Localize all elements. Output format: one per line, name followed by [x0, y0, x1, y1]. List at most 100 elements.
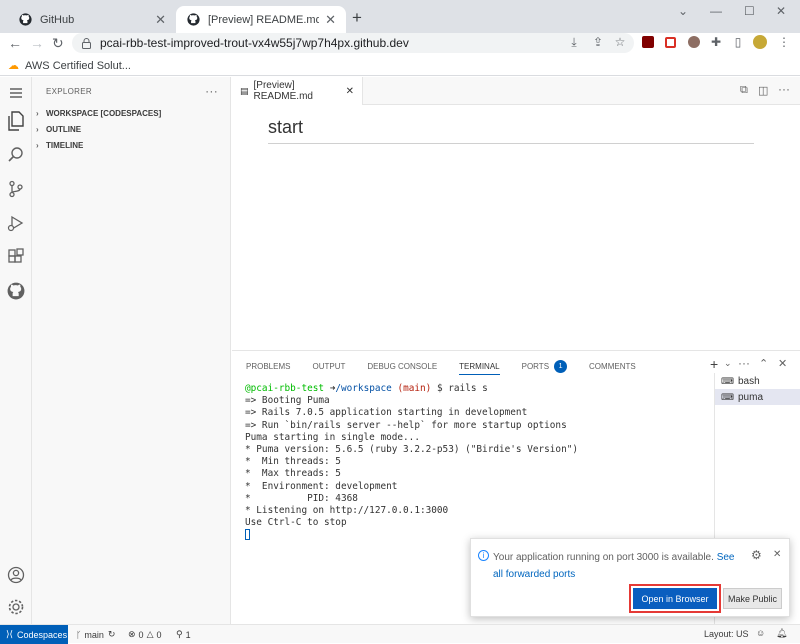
- hamburger-menu-icon[interactable]: [4, 81, 28, 105]
- warning-count: 0: [156, 629, 162, 640]
- branch-indicator[interactable]: ᚴ main ↻: [76, 629, 115, 640]
- new-tab-icon[interactable]: +: [352, 8, 362, 28]
- maximize-panel-icon[interactable]: ⌃: [759, 357, 768, 370]
- ports-icon: ⚲: [176, 629, 183, 639]
- remote-icon: ⟩⟨: [6, 629, 14, 639]
- close-icon[interactable]: ✕: [773, 549, 781, 560]
- error-count: 0: [138, 629, 144, 640]
- maximize-icon[interactable]: ☐: [744, 4, 755, 18]
- new-terminal-icon[interactable]: +: [710, 356, 718, 372]
- section-outline[interactable]: › OUTLINE: [32, 121, 230, 137]
- minimize-icon[interactable]: —: [710, 4, 722, 18]
- browser-tab-title: GitHub: [40, 13, 75, 26]
- tab-comments[interactable]: COMMENTS: [589, 357, 636, 375]
- sync-icon[interactable]: ↻: [108, 629, 116, 640]
- bell-icon[interactable]: 🔔︎: [776, 628, 787, 639]
- close-icon[interactable]: ✕: [325, 12, 336, 28]
- more-actions-icon[interactable]: ···: [738, 356, 750, 370]
- tab-problems[interactable]: PROBLEMS: [246, 357, 290, 375]
- open-source-icon[interactable]: ⧉: [740, 84, 748, 97]
- url-text: pcai-rbb-test-improved-trout-vx4w55j7wp7…: [100, 36, 409, 50]
- terminal-line: => Booting Puma: [245, 395, 330, 407]
- problems-indicator[interactable]: ⊗ 0 △ 0: [128, 629, 162, 640]
- chevron-right-icon: ›: [36, 140, 39, 150]
- puzzle-icon[interactable]: ✚: [708, 34, 724, 50]
- browser-tab-preview[interactable]: [Preview] README.md - workspa ✕: [176, 6, 346, 33]
- section-label: WORKSPACE [CODESPACES]: [46, 108, 162, 118]
- aws-icon: ☁: [8, 60, 19, 72]
- remote-indicator[interactable]: ⟩⟨ Codespaces: [0, 625, 68, 644]
- terminal-line: Puma starting in single mode...: [245, 431, 420, 443]
- terminal-line: => Run `bin/rails server --help` for mor…: [245, 419, 567, 431]
- prompt-branch: (main): [397, 383, 432, 394]
- terminal-item-puma[interactable]: ⌨ puma: [715, 389, 800, 405]
- terminal-line: * Max threads: 5: [245, 468, 341, 480]
- layout-indicator[interactable]: Layout: US: [704, 629, 749, 639]
- share-icon[interactable]: ⇪: [590, 34, 606, 50]
- terminal-cursor: [245, 529, 250, 541]
- bookmark-aws[interactable]: AWS Certified Solut...: [25, 60, 131, 72]
- ublock-icon[interactable]: [640, 34, 656, 50]
- gear-icon[interactable]: [4, 595, 28, 619]
- account-icon[interactable]: [4, 563, 28, 587]
- make-public-button[interactable]: Make Public: [723, 588, 782, 609]
- avatar[interactable]: [752, 34, 768, 50]
- star-icon[interactable]: ☆: [612, 34, 628, 50]
- terminal-line: Use Ctrl-C to stop: [245, 517, 347, 529]
- reload-icon[interactable]: ↻: [52, 35, 64, 52]
- extensions-icon[interactable]: [4, 245, 28, 269]
- editor-tab-label: [Preview] README.md: [253, 80, 313, 102]
- gear-icon[interactable]: ⚙: [751, 548, 762, 562]
- cookie-icon[interactable]: [686, 34, 702, 50]
- address-bar[interactable]: pcai-rbb-test-improved-trout-vx4w55j7wp7…: [72, 33, 634, 53]
- branch-icon: ᚴ: [76, 629, 82, 640]
- window-close-icon[interactable]: ✕: [776, 4, 786, 18]
- split-editor-icon[interactable]: ◫: [758, 84, 768, 97]
- sidepanel-icon[interactable]: ▯: [730, 34, 746, 50]
- terminal-line: => Rails 7.0.5 application starting in d…: [245, 407, 528, 419]
- more-actions-icon[interactable]: ···: [778, 82, 790, 96]
- install-icon[interactable]: ⤓: [566, 34, 582, 50]
- preview-icon: ▤: [240, 85, 249, 96]
- menu-icon[interactable]: ⋮: [776, 34, 792, 50]
- terminal-output[interactable]: @pcai-rbb-test ➜/workspace (main) $ rail…: [245, 383, 578, 542]
- close-icon[interactable]: ✕: [155, 12, 166, 28]
- extension-red-icon[interactable]: [662, 34, 678, 50]
- browser-tab-github[interactable]: GitHub ✕: [8, 6, 176, 33]
- chevron-right-icon: ›: [36, 108, 39, 118]
- heading-rule: [268, 143, 754, 144]
- chevron-down-icon[interactable]: ⌄: [678, 4, 688, 18]
- more-actions-icon[interactable]: ···: [205, 84, 218, 98]
- terminal-icon: ⌨: [721, 375, 734, 386]
- files-icon[interactable]: [4, 109, 28, 133]
- tab-terminal[interactable]: TERMINAL: [459, 357, 501, 375]
- github-icon[interactable]: [4, 279, 28, 303]
- forward-icon[interactable]: →: [30, 35, 44, 51]
- tab-debug-console[interactable]: DEBUG CONSOLE: [367, 357, 437, 375]
- remote-label: Codespaces: [17, 629, 68, 640]
- github-icon: [186, 13, 200, 27]
- feedback-icon[interactable]: ☺: [756, 628, 765, 638]
- tab-output[interactable]: OUTPUT: [312, 357, 345, 375]
- ports-indicator[interactable]: ⚲ 1: [176, 629, 191, 640]
- source-control-icon[interactable]: [4, 177, 28, 201]
- ports-count: 1: [185, 629, 191, 640]
- terminal-item-bash[interactable]: ⌨ bash: [715, 373, 800, 389]
- back-icon[interactable]: ←: [8, 35, 22, 51]
- chevron-down-icon[interactable]: ⌄: [724, 358, 732, 369]
- port-notification: i Your application running on port 3000 …: [470, 538, 790, 617]
- terminal-line: * Listening on http://127.0.0.1:3000: [245, 505, 449, 517]
- terminal-item-label: puma: [738, 391, 764, 403]
- explorer-header: EXPLORER ···: [32, 77, 230, 105]
- run-debug-icon[interactable]: [4, 211, 28, 235]
- section-workspace[interactable]: › WORKSPACE [CODESPACES]: [32, 105, 230, 121]
- preview-heading: start: [268, 117, 304, 137]
- open-in-browser-button[interactable]: Open in Browser: [629, 584, 721, 613]
- close-icon[interactable]: ✕: [346, 86, 354, 97]
- search-icon[interactable]: [4, 143, 28, 167]
- tab-ports[interactable]: PORTS 1: [522, 357, 568, 375]
- editor-tab-readme-preview[interactable]: ▤ [Preview] README.md ✕: [232, 77, 363, 105]
- section-timeline[interactable]: › TIMELINE: [32, 137, 230, 153]
- browser-tab-title: [Preview] README.md - workspa: [208, 13, 320, 26]
- close-panel-icon[interactable]: ✕: [778, 357, 787, 370]
